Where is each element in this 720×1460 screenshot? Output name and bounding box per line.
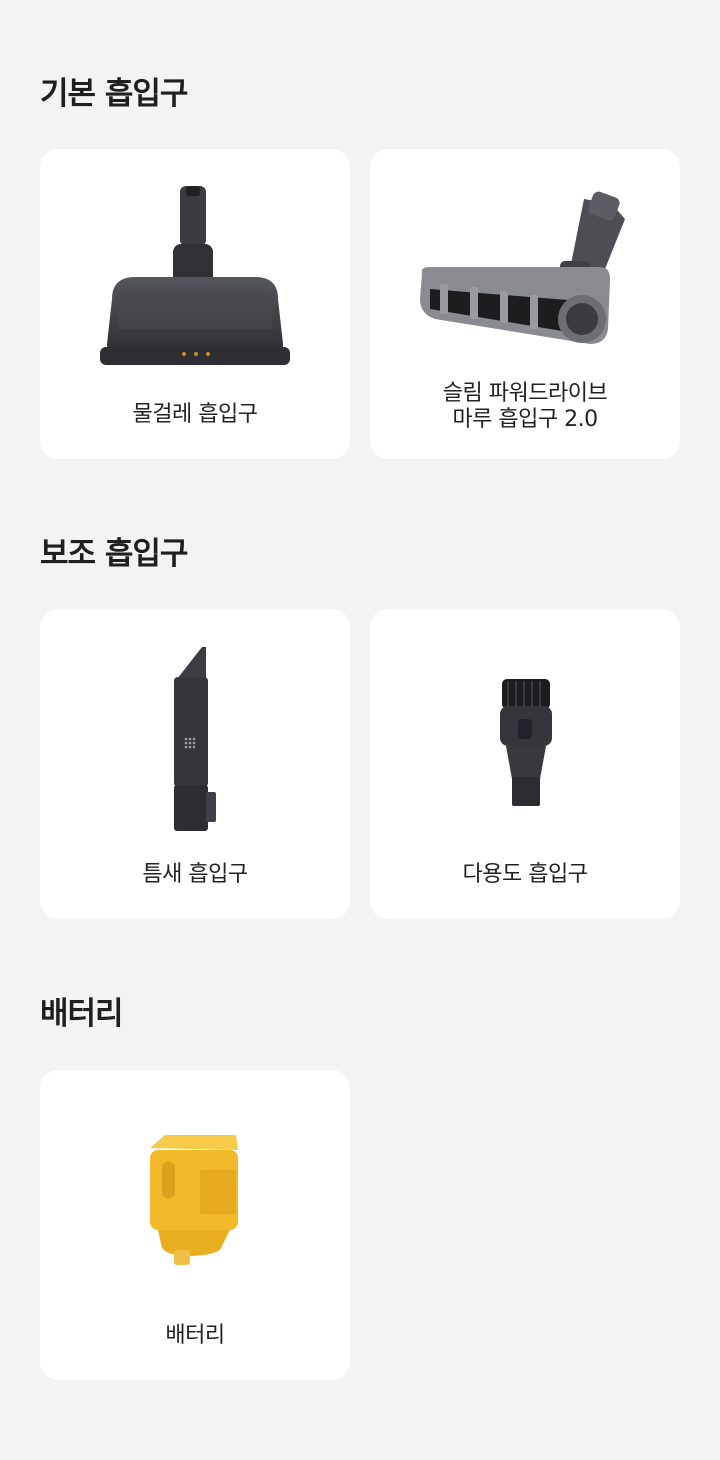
battery-pack-icon <box>150 1135 238 1265</box>
product-card-crevice-nozzle[interactable]: 틈새 흡입구 <box>40 609 350 919</box>
product-card-slim-powerdrive-nozzle[interactable]: 슬림 파워드라이브 마루 흡입구 2.0 <box>370 149 680 459</box>
multi-purpose-brush-icon <box>500 679 552 806</box>
card-label: 틈새 흡입구 <box>142 862 248 887</box>
card-label: 배터리 <box>165 1323 225 1348</box>
card-label: 물걸레 흡입구 <box>132 402 258 427</box>
product-card-battery[interactable]: 배터리 <box>40 1070 350 1380</box>
section-title: 보조 흡입구 <box>40 536 188 572</box>
crevice-nozzle-icon <box>174 647 216 831</box>
card-label: 다용도 흡입구 <box>462 862 588 887</box>
section-title: 기본 흡입구 <box>40 76 188 112</box>
section-title: 배터리 <box>40 996 124 1032</box>
slim-powerdrive-floor-nozzle-icon <box>420 191 625 344</box>
mop-nozzle-icon <box>100 186 290 365</box>
card-label: 슬림 파워드라이브 마루 흡입구 2.0 <box>442 381 608 432</box>
product-card-multi-purpose-nozzle[interactable]: 다용도 흡입구 <box>370 609 680 919</box>
product-card-mop-nozzle[interactable]: 물걸레 흡입구 <box>40 149 350 459</box>
